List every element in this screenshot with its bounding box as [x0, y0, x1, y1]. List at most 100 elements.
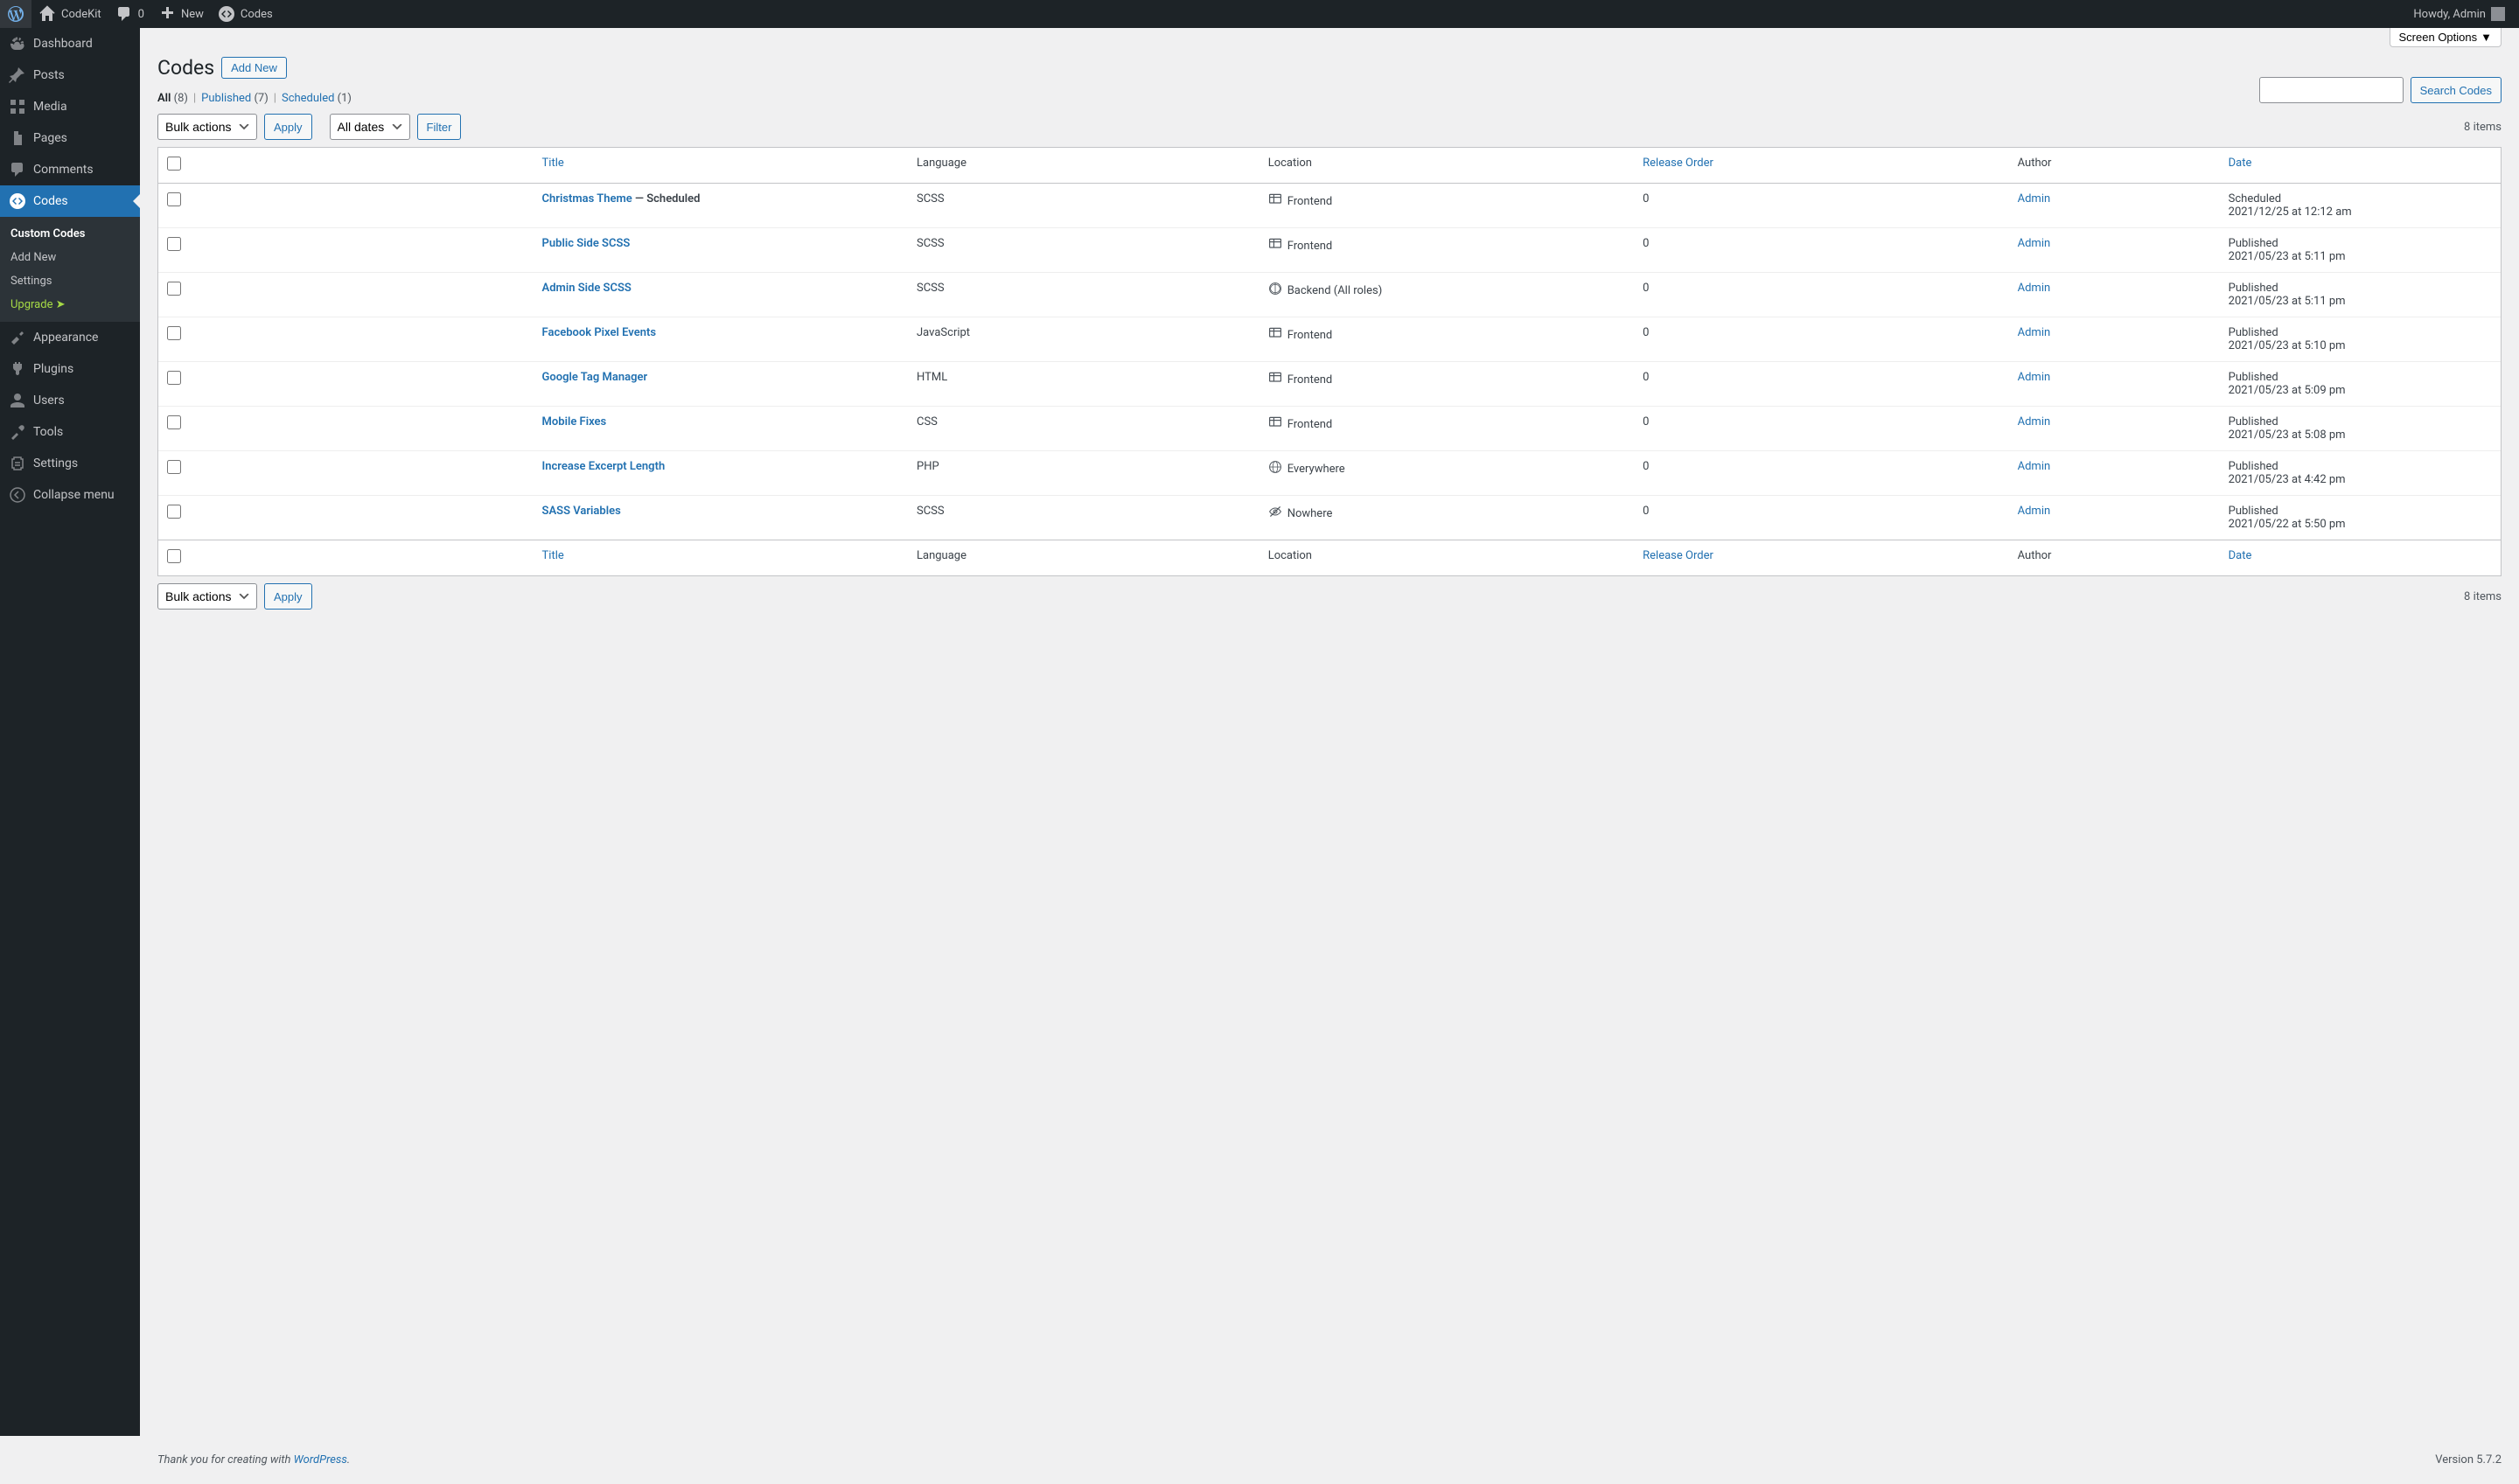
row-checkbox[interactable]	[167, 505, 181, 519]
date-filter-select[interactable]: All dates	[330, 114, 410, 140]
codes-bar-menu[interactable]: Codes	[211, 0, 280, 28]
sidebar-item-users[interactable]: Users	[0, 385, 140, 416]
row-checkbox[interactable]	[167, 371, 181, 385]
row-title-link[interactable]: Christmas Theme	[542, 192, 632, 206]
row-checkbox[interactable]	[167, 326, 181, 340]
row-release-order: 0	[1634, 496, 2008, 540]
filter-published[interactable]: Published	[201, 92, 251, 105]
submenu-add-new[interactable]: Add New	[0, 246, 140, 269]
author-link[interactable]: Admin	[2018, 282, 2051, 295]
author-link[interactable]: Admin	[2018, 237, 2051, 250]
sidebar-item-dashboard[interactable]: Dashboard	[0, 28, 140, 59]
row-title-link[interactable]: SASS Variables	[542, 505, 621, 518]
new-menu[interactable]: New	[151, 0, 211, 28]
col-release-order[interactable]: Release Order	[1634, 148, 2008, 184]
sidebar-item-plugins[interactable]: Plugins	[0, 353, 140, 385]
row-release-order: 0	[1634, 451, 2008, 496]
bulk-actions-select[interactable]: Bulk actions	[157, 114, 257, 140]
filter-button[interactable]: Filter	[417, 114, 462, 140]
table-row: Mobile Fixes CSS Frontend 0 Admin Publis…	[158, 407, 2501, 451]
col-release-order-foot[interactable]: Release Order	[1634, 540, 2008, 575]
row-title-link[interactable]: Admin Side SCSS	[542, 282, 631, 295]
filter-scheduled[interactable]: Scheduled	[282, 92, 334, 105]
select-all-top[interactable]	[167, 157, 181, 171]
author-link[interactable]: Admin	[2018, 505, 2051, 518]
site-name: CodeKit	[61, 8, 101, 21]
row-title-link[interactable]: Increase Excerpt Length	[542, 460, 666, 473]
bulk-actions-select-bottom[interactable]: Bulk actions	[157, 583, 257, 610]
sidebar-item-appearance[interactable]: Appearance	[0, 322, 140, 353]
sidebar-item-posts[interactable]: Posts	[0, 59, 140, 91]
author-link[interactable]: Admin	[2018, 415, 2051, 428]
select-all-bottom[interactable]	[167, 549, 181, 563]
row-language: HTML	[908, 362, 1260, 407]
add-new-button[interactable]: Add New	[221, 57, 287, 79]
sidebar-item-label: Media	[33, 100, 67, 114]
col-title[interactable]: Title	[534, 148, 908, 184]
sidebar-collapse[interactable]: Collapse menu	[0, 479, 140, 511]
row-release-order: 0	[1634, 273, 2008, 317]
author-link[interactable]: Admin	[2018, 371, 2051, 384]
row-title-link[interactable]: Google Tag Manager	[542, 371, 648, 384]
code-icon	[218, 5, 235, 23]
col-language-foot: Language	[908, 540, 1260, 575]
col-date[interactable]: Date	[2220, 148, 2501, 184]
user-menu[interactable]: Howdy, Admin	[2406, 0, 2512, 28]
col-title-foot[interactable]: Title	[534, 540, 908, 575]
sidebar-item-settings[interactable]: Settings	[0, 448, 140, 479]
site-menu[interactable]: CodeKit	[31, 0, 108, 28]
codes-bar-label: Codes	[241, 8, 273, 21]
table-row: Public Side SCSS SCSS Frontend 0 Admin P…	[158, 228, 2501, 273]
row-location: Frontend	[1287, 418, 1333, 431]
author-link[interactable]: Admin	[2018, 192, 2051, 206]
search-input[interactable]	[2259, 77, 2404, 103]
row-checkbox[interactable]	[167, 282, 181, 296]
appearance-icon	[9, 329, 26, 346]
filter-scheduled-count: (1)	[338, 92, 352, 105]
bulk-apply-button[interactable]: Apply	[264, 114, 312, 140]
sidebar-item-media[interactable]: Media	[0, 91, 140, 122]
row-title-link[interactable]: Facebook Pixel Events	[542, 326, 656, 339]
row-status: Published	[2229, 415, 2492, 428]
author-link[interactable]: Admin	[2018, 460, 2051, 473]
row-checkbox[interactable]	[167, 237, 181, 251]
sidebar-item-pages[interactable]: Pages	[0, 122, 140, 154]
row-datetime: 2021/05/23 at 5:11 pm	[2229, 295, 2492, 308]
globe-icon	[1268, 460, 1282, 477]
col-date-foot[interactable]: Date	[2220, 540, 2501, 575]
row-title-link[interactable]: Mobile Fixes	[542, 415, 607, 428]
row-status: Published	[2229, 237, 2492, 250]
wp-logo-menu[interactable]	[0, 0, 31, 28]
frontend-icon	[1268, 326, 1282, 344]
row-release-order: 0	[1634, 184, 2008, 228]
row-checkbox[interactable]	[167, 460, 181, 474]
row-title-link[interactable]: Public Side SCSS	[542, 237, 631, 250]
submenu-custom-codes[interactable]: Custom Codes	[0, 222, 140, 246]
comment-icon	[115, 5, 133, 23]
sidebar-item-tools[interactable]: Tools	[0, 416, 140, 448]
row-checkbox[interactable]	[167, 192, 181, 206]
author-link[interactable]: Admin	[2018, 326, 2051, 339]
footer-thanks-suffix: .	[347, 1453, 350, 1467]
wordpress-link[interactable]: WordPress	[294, 1453, 347, 1467]
sidebar-item-label: Pages	[33, 131, 67, 145]
row-checkbox[interactable]	[167, 415, 181, 429]
sidebar-item-comments[interactable]: Comments	[0, 154, 140, 185]
row-datetime: 2021/12/25 at 12:12 am	[2229, 206, 2492, 219]
table-row: Christmas Theme — Scheduled SCSS Fronten…	[158, 184, 2501, 228]
filter-all[interactable]: All	[157, 92, 171, 105]
screen-options-button[interactable]: Screen Options ▼	[2390, 28, 2502, 47]
col-location-foot: Location	[1260, 540, 1634, 575]
table-row: Facebook Pixel Events JavaScript Fronten…	[158, 317, 2501, 362]
items-count-top: 8 items	[2464, 121, 2502, 134]
wrench-icon	[9, 423, 26, 441]
bulk-apply-button-bottom[interactable]: Apply	[264, 583, 312, 610]
submenu-upgrade[interactable]: Upgrade ➤	[0, 293, 140, 317]
submenu-settings[interactable]: Settings	[0, 269, 140, 293]
comments-menu[interactable]: 0	[108, 0, 151, 28]
sidebar-item-codes[interactable]: Codes	[0, 185, 140, 217]
row-status: Published	[2229, 282, 2492, 295]
search-button[interactable]: Search Codes	[2411, 77, 2502, 103]
sidebar-item-label: Comments	[33, 163, 94, 177]
col-language: Language	[908, 148, 1260, 184]
